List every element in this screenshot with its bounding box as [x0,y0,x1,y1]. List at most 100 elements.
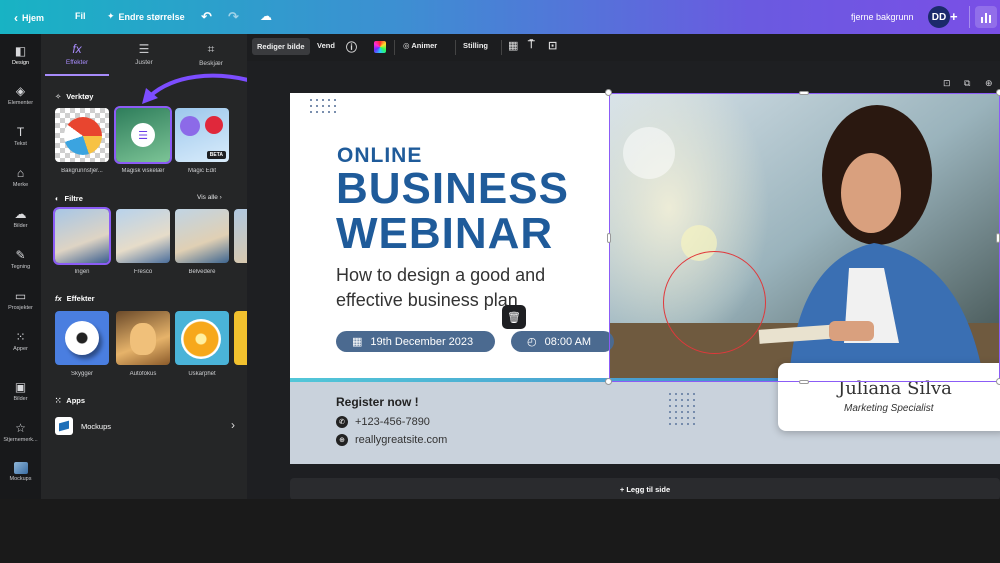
resize-button[interactable]: ✦ Endre størrelse [107,11,185,22]
folder-icon: ▭ [14,289,27,303]
effect-label: Skygger [70,371,93,377]
filter-none[interactable] [53,207,111,265]
info-icon[interactable]: ⓘ [346,39,357,55]
resize-handle[interactable] [996,89,1000,96]
flower-red-image [205,116,223,134]
annotation-arrow [142,73,250,104]
lock-page-icon[interactable]: ⊡ [943,78,951,89]
add-collaborator-icon[interactable]: + [950,9,958,24]
mockups-app-icon [55,417,73,435]
rail-item-projects[interactable]: ▭ Prosjekter [0,289,41,311]
flip-button[interactable]: Vend [317,41,335,50]
app-item-mockups[interactable]: Mockups › [55,416,235,436]
add-page-button[interactable]: + Legg til side [290,478,1000,500]
paint-roller-icon[interactable]: ⍑ [528,39,535,52]
position-button[interactable]: Stilling [463,41,488,50]
fx-icon: fx [72,42,82,56]
tool-magic-eraser[interactable]: ☰ [114,106,172,164]
divider [969,6,970,28]
insights-icon[interactable] [975,6,997,28]
slide-title-line1[interactable]: BUSINESS [336,167,569,211]
resize-handle[interactable] [605,89,612,96]
slide-title-line2[interactable]: WEBINAR [336,212,553,256]
effect-next-partial[interactable] [234,311,247,365]
orange-slice-image [181,319,221,359]
home-button[interactable]: ‹ Hjem [14,11,44,25]
calendar-icon: ▦ [352,336,363,348]
tab-crop[interactable]: ⌗ Beskjær [177,42,245,67]
rail-item-brand[interactable]: ⌂ Merke [0,166,41,188]
effect-shadows[interactable] [55,311,109,365]
rail-item-apps[interactable]: ⁙ Apper [0,330,41,352]
phone-row[interactable]: ✆ +123-456-7890 [336,416,430,428]
tool-magic-edit[interactable]: BETA [175,108,229,162]
sparkle-icon: ✧ [55,92,62,101]
tab-effects[interactable]: fx Effekter [43,42,111,66]
delete-icon[interactable]: 🗑 [502,305,526,329]
chevron-right-icon: › [231,418,235,432]
tab-label: Juster [135,59,153,66]
rail-item-design[interactable]: ◧ Design [0,44,41,66]
undo-icon[interactable]: ↶ [201,9,212,25]
apps-grid-icon: ⁙ [15,330,26,344]
resize-handle[interactable] [607,233,611,243]
rail-item-elements[interactable]: ◈ Elementer [0,84,41,106]
tool-background-remover[interactable] [55,108,109,162]
highlight-circle [663,251,766,354]
sparkle-icon: ✦ [107,11,115,21]
resize-handle[interactable] [996,378,1000,385]
rail-item-uploads[interactable]: ☁ Bilder [0,207,41,229]
left-rail: ◧ Design ◈ Elementer T Tekst ⌂ Merke ☁ B… [0,34,41,499]
brand-icon: ⌂ [16,166,25,180]
resize-handle[interactable] [996,233,1000,243]
see-all-filters-link[interactable]: Vis alle › [197,194,222,201]
cloud-save-icon[interactable]: ☁ [260,9,272,23]
slide-subtitle[interactable]: How to design a good and effective busin… [336,263,596,313]
tools-section-title: ✧ Verktøy [55,92,93,101]
star-icon: ☆ [15,421,26,435]
filter-belvedere[interactable] [175,209,229,263]
document-title[interactable]: fjerne bakgrunn [851,12,914,22]
time-pill[interactable]: ◴ 08:00 AM [511,331,614,352]
effect-label: Uskarphet [188,371,216,377]
edit-image-button[interactable]: Rediger bilde [252,38,310,55]
transparency-icon[interactable]: ▦ [508,39,518,52]
tab-label: Effekter [65,59,89,66]
animate-label: Animer [411,41,438,50]
avatar[interactable]: DD [928,6,950,28]
tab-adjust[interactable]: ☰ Juster [110,42,178,66]
elements-icon: ◈ [15,84,26,98]
add-page-icon[interactable]: ⊕ [985,78,993,89]
speaker-role: Marketing Specialist [844,403,934,414]
dog-image [130,323,156,355]
rail-label: Elementer [7,100,34,106]
top-bar: ‹ Hjem Fil ✦ Endre størrelse ↶ ↷ ☁ fjern… [0,0,1000,34]
rail-item-draw[interactable]: ✎ Tegning [0,248,41,270]
rail-item-mockups[interactable]: Mockups [0,462,41,482]
date-pill[interactable]: ▦ 19th December 2023 [336,331,495,352]
website-row[interactable]: ⊕ reallygreatsite.com [336,434,447,446]
filter-next-partial[interactable] [234,209,247,263]
tab-label: Beskjær [199,60,223,67]
resize-handle[interactable] [799,380,809,384]
filter-fresco[interactable] [116,209,170,263]
filter-label: Fresco [133,269,153,275]
redo-icon[interactable]: ↷ [228,9,239,25]
resize-handle[interactable] [605,378,612,385]
effect-blur[interactable] [175,311,229,365]
rail-item-text[interactable]: T Tekst [0,125,41,147]
color-picker-icon[interactable] [374,41,386,53]
lock-icon[interactable]: ⊡ [548,39,557,52]
upload-icon: ☁ [14,207,27,221]
file-menu-button[interactable]: Fil [75,11,86,21]
resize-handle[interactable] [799,91,809,95]
duplicate-page-icon[interactable]: ⧉ [964,78,970,89]
rail-label: Stjernemerk... [3,437,38,443]
rail-item-photos[interactable]: ▣ Bilder [0,380,41,402]
phone-text: +123-456-7890 [355,416,430,428]
rail-item-starred[interactable]: ☆ Stjernemerk... [0,421,41,443]
time-text: 08:00 AM [544,335,592,348]
animate-button[interactable]: ◎ Animer [403,41,437,50]
register-heading[interactable]: Register now ! [336,395,419,409]
effect-autofocus[interactable] [116,311,170,365]
